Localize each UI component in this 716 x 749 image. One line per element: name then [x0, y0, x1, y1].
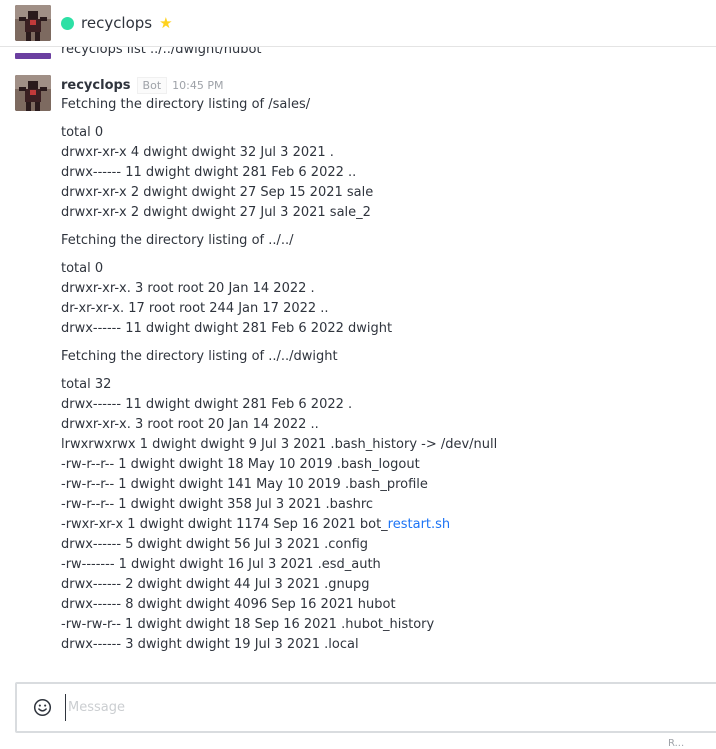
- avatar-icon: [15, 75, 51, 111]
- room-header: recyclops ★: [0, 0, 716, 47]
- message-body: Fetching the directory listing of /sales…: [61, 95, 701, 663]
- previous-message: recyclops list ../../dwight/hubot: [0, 46, 716, 62]
- message-avatar[interactable]: [15, 75, 51, 111]
- listing-block-root: total 0 drwxr-xr-x. 3 root root 20 Jan 1…: [61, 259, 701, 339]
- room-avatar[interactable]: [15, 5, 51, 41]
- listing-line: drwxr-xr-x. 3 root root 20 Jan 14 2022 .: [61, 281, 315, 296]
- fetch-line-root: Fetching the directory listing of ../../: [61, 233, 294, 248]
- listing-line: total 32: [61, 377, 112, 392]
- listing-line: drwxr-xr-x. 3 root root 20 Jan 14 2022 .…: [61, 417, 319, 432]
- listing-line: -rw-rw-r-- 1 dwight dwight 18 Sep 16 202…: [61, 617, 435, 632]
- listing-line: drwx------ 5 dwight dwight 56 Jul 3 2021…: [61, 537, 369, 552]
- message-input[interactable]: [65, 694, 708, 721]
- listing-line: drwx------ 11 dwight dwight 281 Feb 6 20…: [61, 165, 357, 180]
- listing-line: lrwxrwxrwx 1 dwight dwight 9 Jul 3 2021 …: [61, 437, 498, 452]
- listing-line: drwx------ 11 dwight dwight 281 Feb 6 20…: [61, 397, 353, 412]
- online-status-icon: [61, 16, 74, 30]
- listing-line: drwx------ 3 dwight dwight 19 Jul 3 2021…: [61, 637, 359, 652]
- bot-badge: Bot: [136, 77, 168, 94]
- listing-line-with-link: -rwxr-xr-x 1 dwight dwight 1174 Sep 16 2…: [61, 515, 701, 535]
- listing-line: -rw------- 1 dwight dwight 16 Jul 3 2021…: [61, 557, 381, 572]
- message-composer: [15, 682, 716, 733]
- fetch-line-sales: Fetching the directory listing of /sales…: [61, 97, 311, 112]
- listing-line: dr-xr-xr-x. 17 root root 244 Jan 17 2022…: [61, 301, 329, 316]
- listing-line: total 0: [61, 261, 104, 276]
- listing-line-prefix: -rwxr-xr-x 1 dwight dwight 1174 Sep 16 2…: [61, 517, 388, 532]
- message-header: recyclops Bot 10:45 PM: [61, 77, 223, 94]
- username[interactable]: recyclops: [61, 78, 131, 93]
- listing-line: drwxr-xr-x 2 dwight dwight 27 Sep 15 202…: [61, 185, 374, 200]
- listing-line: drwx------ 2 dwight dwight 44 Jul 3 2021…: [61, 577, 370, 592]
- listing-line: -rw-r--r-- 1 dwight dwight 358 Jul 3 202…: [61, 497, 374, 512]
- previous-avatar: [15, 53, 51, 59]
- fetch-line-dwight: Fetching the directory listing of ../../…: [61, 349, 338, 364]
- listing-block-dwight: total 32 drwx------ 11 dwight dwight 281…: [61, 375, 701, 655]
- previous-message-text: recyclops list ../../dwight/hubot: [61, 46, 262, 57]
- star-icon[interactable]: ★: [159, 15, 172, 31]
- listing-block-sales: total 0 drwxr-xr-x 4 dwight dwight 32 Ju…: [61, 123, 701, 223]
- listing-line: drwxr-xr-x 2 dwight dwight 27 Jul 3 2021…: [61, 205, 371, 220]
- restart-sh-link[interactable]: restart.sh: [388, 517, 450, 532]
- listing-line: drwx------ 11 dwight dwight 281 Feb 6 20…: [61, 321, 393, 336]
- listing-line: total 0: [61, 125, 104, 140]
- listing-line: drwx------ 8 dwight dwight 4096 Sep 16 2…: [61, 597, 396, 612]
- avatar-icon: [15, 5, 51, 41]
- smiley-icon[interactable]: [33, 698, 52, 717]
- composer-hint: R...: [668, 738, 685, 749]
- room-name[interactable]: recyclops: [81, 14, 152, 32]
- listing-line: drwxr-xr-x 4 dwight dwight 32 Jul 3 2021…: [61, 145, 334, 160]
- listing-line: -rw-r--r-- 1 dwight dwight 141 May 10 20…: [61, 477, 428, 492]
- listing-line: -rw-r--r-- 1 dwight dwight 18 May 10 201…: [61, 457, 420, 472]
- message-timestamp[interactable]: 10:45 PM: [172, 79, 223, 92]
- chat-window: recyclops ★ recyclops list ../../dwight/…: [0, 0, 716, 749]
